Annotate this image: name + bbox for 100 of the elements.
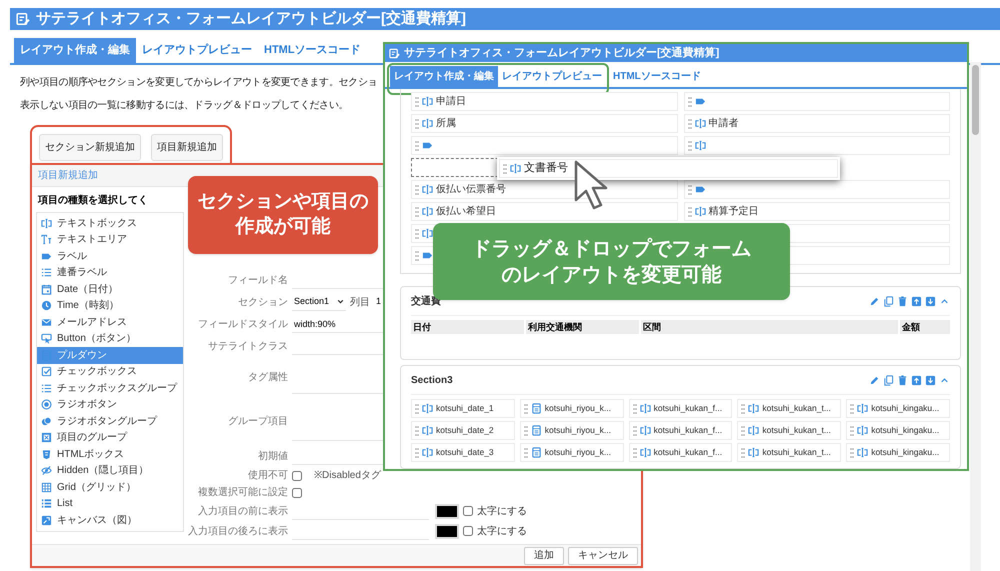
item-type-option[interactable]: テキストエリア xyxy=(37,232,183,248)
field-item[interactable]: kotsuhi_kukan_f... xyxy=(628,421,732,440)
trash-icon[interactable] xyxy=(897,374,908,386)
field-item[interactable]: 所属 xyxy=(411,114,678,133)
field-item[interactable] xyxy=(684,92,950,111)
field-item[interactable]: 精算予定日 xyxy=(684,202,950,221)
checkbox-note: ※Disabledタグ xyxy=(314,469,381,483)
textbox-icon xyxy=(640,447,651,458)
item-type-option[interactable]: Grid（グリッド） xyxy=(37,479,183,496)
edit-icon[interactable] xyxy=(869,296,880,306)
textbox-icon xyxy=(422,96,433,107)
checkbox-label: 太字にする xyxy=(477,504,527,518)
dialog-button[interactable]: キャンセル xyxy=(568,546,638,564)
drag-handle-icon xyxy=(524,426,528,436)
move-down-icon[interactable] xyxy=(925,374,936,386)
field-item[interactable]: kotsuhi_kingaku... xyxy=(846,443,950,462)
field-item[interactable]: kotsuhi_date_2 xyxy=(411,421,515,440)
checkbox[interactable] xyxy=(463,506,473,516)
drag-handle-icon xyxy=(415,228,419,238)
field-item[interactable]: kotsuhi_kukan_t... xyxy=(737,421,842,440)
item-type-option[interactable]: 項目のグループ xyxy=(37,430,183,446)
color-swatch[interactable] xyxy=(435,524,459,538)
item-type-option[interactable]: Date（日付） xyxy=(37,281,183,298)
scrollbar-thumb[interactable] xyxy=(972,65,979,135)
field-item[interactable] xyxy=(411,136,678,155)
copy-icon[interactable] xyxy=(883,296,894,306)
item-type-option[interactable]: テキストボックス xyxy=(37,215,183,232)
field-item[interactable]: 仮払い伝票番号 xyxy=(411,180,678,199)
drag-handle-icon xyxy=(632,404,637,414)
grid-icon xyxy=(41,482,52,493)
field-label: 入力項目の後ろに表示 xyxy=(188,524,288,538)
scrollbar[interactable] xyxy=(970,62,981,571)
field-item[interactable]: kotsuhi_kukan_f... xyxy=(628,443,732,462)
field-item[interactable]: kotsuhi_riyou_k... xyxy=(520,443,624,462)
item-type-option[interactable]: キャンバス（図） xyxy=(37,512,183,528)
move-down-icon[interactable] xyxy=(925,296,936,306)
field-item[interactable]: 申請日 xyxy=(411,92,678,111)
item-type-option[interactable]: 連番ラベル xyxy=(37,264,183,281)
field-item[interactable]: kotsuhi_kukan_t... xyxy=(737,443,842,462)
field-item[interactable]: kotsuhi_riyou_k... xyxy=(520,421,624,440)
edit-icon[interactable] xyxy=(869,374,880,386)
checkbox[interactable] xyxy=(292,470,302,480)
textbox-icon xyxy=(748,403,760,414)
action-button[interactable]: 項目新規追加 xyxy=(151,134,223,160)
item-type-option[interactable]: HTMLボックス xyxy=(37,446,183,462)
field-item[interactable]: 文書番号 xyxy=(499,159,838,178)
field-label: セクション xyxy=(237,296,288,310)
dialog-button[interactable]: 追加 xyxy=(524,546,564,564)
textbox-icon xyxy=(422,206,433,217)
move-up-icon[interactable] xyxy=(911,374,922,386)
item-type-option[interactable]: チェックボックスグループ xyxy=(37,380,183,396)
field-item[interactable]: kotsuhi_kukan_t... xyxy=(737,399,842,418)
field-item[interactable] xyxy=(684,180,950,199)
action-button[interactable]: セクション新規追加 xyxy=(39,134,141,160)
item-type-option[interactable]: Hidden（隠し項目） xyxy=(37,462,183,479)
field-item[interactable]: kotsuhi_kukan_f... xyxy=(628,399,732,418)
textbox-icon xyxy=(748,425,760,436)
list-heading: 項目の種類を選択してく xyxy=(36,194,149,208)
callout-text: ドラッグ＆ドロップでフォーム xyxy=(472,236,752,262)
item-type-option[interactable]: ラジオボタングループ xyxy=(37,413,183,430)
item-type-option[interactable]: メールアドレス xyxy=(37,314,183,330)
color-swatch[interactable] xyxy=(435,504,459,518)
dropdown-icon xyxy=(530,425,542,436)
column-label: 列目 xyxy=(350,296,370,310)
item-type-option[interactable]: チェックボックス xyxy=(37,364,183,380)
item-type-option[interactable]: ラジオボタン xyxy=(37,396,183,413)
copy-icon[interactable] xyxy=(883,374,894,386)
column-header: 区間 xyxy=(641,320,898,334)
section-select[interactable]: Section1 xyxy=(292,293,346,311)
column-select[interactable]: 1 xyxy=(374,295,384,309)
callout-text: のレイアウトを変更可能 xyxy=(502,262,722,288)
textbox-icon xyxy=(694,206,706,217)
drag-handle-icon xyxy=(415,140,419,150)
drag-handle-icon xyxy=(415,184,419,194)
move-up-icon[interactable] xyxy=(911,296,922,306)
clock-icon xyxy=(41,300,52,312)
field-item[interactable]: 仮払い希望日 xyxy=(411,202,678,221)
field-item[interactable]: kotsuhi_kingaku... xyxy=(846,399,950,418)
column-header: 日付 xyxy=(411,320,524,334)
textbox-icon xyxy=(422,228,433,239)
checkbox[interactable] xyxy=(292,488,302,498)
item-type-option[interactable]: ラベル xyxy=(37,248,183,264)
drag-handle-icon xyxy=(688,140,692,150)
checkbox[interactable] xyxy=(463,526,473,536)
trash-icon[interactable] xyxy=(897,296,908,306)
field-item[interactable]: 申請者 xyxy=(684,114,950,133)
form-icon xyxy=(16,12,30,26)
item-type-option[interactable]: Button（ボタン） xyxy=(37,330,183,347)
textbox-icon xyxy=(422,118,433,129)
field-item[interactable]: kotsuhi_riyou_k... xyxy=(520,399,624,418)
item-type-option[interactable]: List xyxy=(37,496,183,512)
field-item[interactable]: kotsuhi_date_3 xyxy=(411,443,515,462)
textbox-icon xyxy=(41,218,52,229)
item-type-option[interactable]: Time（時刻） xyxy=(37,298,183,314)
field-item[interactable]: kotsuhi_date_1 xyxy=(411,399,515,418)
drag-handle-icon xyxy=(415,448,419,458)
field-item[interactable]: kotsuhi_kingaku... xyxy=(846,421,950,440)
textbox-icon xyxy=(748,447,760,458)
field-label: タグ属性 xyxy=(247,370,288,384)
field-item[interactable] xyxy=(684,136,950,155)
